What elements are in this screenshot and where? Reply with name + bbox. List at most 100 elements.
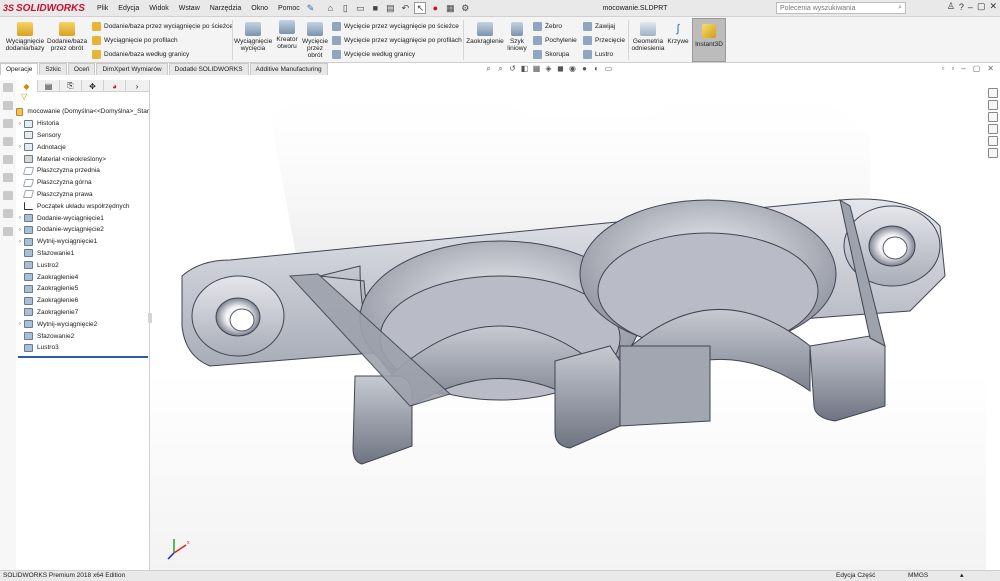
expand-arrow-icon[interactable]: › <box>16 321 24 327</box>
rail-icon[interactable] <box>3 137 13 146</box>
extrude-cut-button[interactable]: Wyciągnięcie wycięcia <box>234 22 272 52</box>
undo-icon[interactable]: ↶ <box>399 2 411 14</box>
tree-item[interactable]: Początek układu współrzędnych <box>16 200 149 212</box>
rail-icon[interactable] <box>3 101 13 110</box>
menu-narzedzia[interactable]: Narzędzia <box>205 5 247 12</box>
new-document-icon[interactable]: ▯ <box>339 2 351 14</box>
tree-item[interactable]: Lustro2 <box>16 259 149 271</box>
view-orientation-icon[interactable]: ◈ <box>544 64 553 73</box>
display-style-icon[interactable]: ◼ <box>556 64 565 73</box>
open-icon[interactable]: ▭ <box>354 2 366 14</box>
file-explorer-icon[interactable] <box>988 112 998 122</box>
tree-item[interactable]: Zaokrąglenie7 <box>16 307 149 319</box>
file-properties-icon[interactable]: ▦ <box>444 2 456 14</box>
rollback-bar[interactable] <box>18 355 148 358</box>
tree-item[interactable]: Lustro3 <box>16 342 149 354</box>
tab-additive[interactable]: Additive Manufacturing <box>249 63 328 75</box>
filter-icon[interactable]: ▽ <box>16 92 149 103</box>
curves-button[interactable]: ∫ Krzywe <box>667 22 689 45</box>
rail-icon[interactable] <box>3 191 13 200</box>
revolve-boss-button[interactable]: Dodanie/baza przez obrót <box>47 22 87 52</box>
tab-ocen[interactable]: Oceń <box>67 63 96 75</box>
tree-item[interactable]: Płaszczyzna prawa <box>16 189 149 201</box>
instant3d-button[interactable]: Instant3D <box>692 18 726 62</box>
tree-item[interactable]: › Dodanie-wyciągnięcie2 <box>16 224 149 236</box>
zoom-to-area-icon[interactable]: ⌕ <box>496 64 505 73</box>
expand-arrow-icon[interactable]: › <box>16 215 24 221</box>
restore-icon[interactable]: ▢ <box>977 1 986 12</box>
expand-arrow-icon[interactable]: › <box>16 239 24 245</box>
home-icon[interactable]: ⌂ <box>324 2 336 14</box>
boundary-cut-button[interactable]: Wycięcie według granicy <box>332 48 415 60</box>
select-icon[interactable]: ↖ <box>414 2 427 14</box>
tree-item[interactable]: › Wytnij-wyciągnięcie1 <box>16 236 149 248</box>
tree-item[interactable]: › Dodanie-wyciągnięcie1 <box>16 212 149 224</box>
close-icon[interactable]: ✕ <box>989 1 997 12</box>
custom-properties-icon[interactable] <box>988 148 998 158</box>
tree-item[interactable]: Zaokrąglenie5 <box>16 283 149 295</box>
menu-pomoc[interactable]: Pomoc <box>273 5 305 12</box>
loft-boss-button[interactable]: Wyciągnięcie po profilach <box>92 34 178 46</box>
rebuild-icon[interactable]: ● <box>429 2 441 14</box>
part-model[interactable] <box>150 76 986 570</box>
minimize-icon[interactable]: – <box>968 2 973 12</box>
property-manager-tab-icon[interactable]: ▤ <box>38 80 60 92</box>
rail-icon[interactable] <box>3 119 13 128</box>
expand-arrow-icon[interactable]: › <box>16 144 24 150</box>
units-selector[interactable]: MMGS <box>908 571 928 581</box>
shell-button[interactable]: Skorupa <box>533 48 569 60</box>
doc-restore-icon[interactable]: ▢ <box>973 64 981 73</box>
view-settings-icon[interactable]: ▭ <box>604 64 613 73</box>
doc-minimize-icon[interactable]: – <box>961 64 965 73</box>
boundary-boss-button[interactable]: Dodanie/baza według granicy <box>92 48 189 60</box>
tree-item[interactable]: › Historia <box>16 118 149 130</box>
menu-okno[interactable]: Okno <box>246 5 273 12</box>
menu-edycja[interactable]: Edycja <box>113 5 144 12</box>
search-icon[interactable]: ⌕ <box>898 4 902 12</box>
options-gear-icon[interactable]: ⚙ <box>459 2 471 14</box>
rail-icon[interactable] <box>3 227 13 236</box>
tile-icon[interactable]: ▫ <box>942 64 945 73</box>
tree-root-item[interactable]: mocowanie (Domyślna<<Domyślna>_Star <box>16 106 149 118</box>
wrap-button[interactable]: Zawijaj <box>583 20 615 32</box>
solidworks-logo[interactable]: 3S SOLIDWORKS <box>0 3 92 14</box>
tree-item[interactable]: Zaokrąglenie6 <box>16 295 149 307</box>
display-manager-tab-icon[interactable]: ◕ <box>104 80 126 92</box>
revolve-cut-button[interactable]: Wycięcie przez obrót <box>301 22 329 59</box>
section-view-icon[interactable]: ◧ <box>520 64 529 73</box>
menu-plik[interactable]: Plik <box>92 5 113 12</box>
user-icon[interactable]: ♙ <box>947 1 955 12</box>
apply-scene-icon[interactable]: ◐ <box>592 64 601 73</box>
feature-manager-tab-icon[interactable]: ◆ <box>16 80 38 92</box>
rib-button[interactable]: Żebro <box>533 20 562 32</box>
expand-arrow-icon[interactable]: › <box>16 227 24 233</box>
draft-button[interactable]: Pochylenie <box>533 34 577 46</box>
mirror-button[interactable]: Lustro <box>583 48 613 60</box>
tab-szkic[interactable]: Szkic <box>39 63 67 75</box>
reference-geometry-button[interactable]: Geometria odniesienia <box>630 22 666 52</box>
rail-icon[interactable] <box>3 83 13 92</box>
view-palette-icon[interactable] <box>988 124 998 134</box>
tab-dimxpert[interactable]: DimXpert Wymiarów <box>96 63 168 75</box>
tree-item[interactable]: › Wytnij-wyciągnięcie2 <box>16 318 149 330</box>
tree-item[interactable]: Materiał <nieokreślony> <box>16 153 149 165</box>
previous-view-icon[interactable]: ↺ <box>508 64 517 73</box>
tree-item[interactable]: Płaszczyzna górna <box>16 177 149 189</box>
graphics-area[interactable] <box>150 76 986 570</box>
rail-icon[interactable] <box>3 173 13 182</box>
fillet-button[interactable]: Zaokrąglenie <box>465 22 505 45</box>
tree-item[interactable]: Sfazowanie2 <box>16 330 149 342</box>
resources-icon[interactable] <box>988 88 998 98</box>
dynamic-annotation-icon[interactable]: ▦ <box>532 64 541 73</box>
menu-widok[interactable]: Widok <box>144 5 173 12</box>
tree-item[interactable]: Sfazowanie1 <box>16 248 149 260</box>
sweep-cut-button[interactable]: Wycięcie przez wyciągnięcie po ścieżce <box>332 20 459 32</box>
linear-pattern-button[interactable]: Szyk liniowy <box>506 22 528 52</box>
rail-icon[interactable] <box>3 155 13 164</box>
loft-cut-button[interactable]: Wycięcie przez wyciągnięcie po profilach <box>332 34 462 46</box>
help-icon[interactable]: ? <box>959 2 964 12</box>
extrude-boss-button[interactable]: Wyciągnięcie dodania/bazy <box>4 22 46 52</box>
command-search-input[interactable]: Polecenia wyszukiwania ⌕ <box>776 2 906 14</box>
save-icon[interactable]: ■ <box>369 2 381 14</box>
print-icon[interactable]: ▤ <box>384 2 396 14</box>
